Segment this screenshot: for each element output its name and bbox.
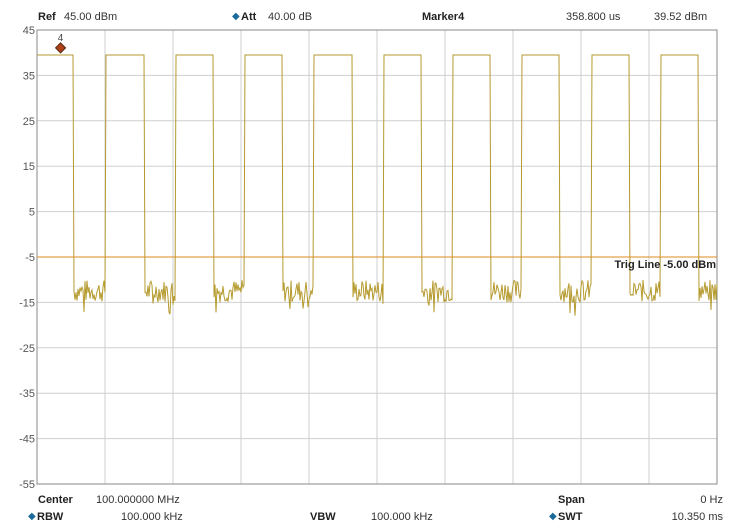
span-value[interactable]: 0 Hz xyxy=(700,494,723,506)
rbw-label: RBW xyxy=(37,511,64,523)
rbw-value[interactable]: 100.000 kHz xyxy=(121,511,183,523)
rbw-diamond-icon: ◆ xyxy=(28,511,36,522)
center-value[interactable]: 100.000000 MHz xyxy=(96,494,180,506)
y-tick-label: 45 xyxy=(23,25,35,37)
y-tick-label: -35 xyxy=(19,388,35,400)
vbw-label: VBW xyxy=(310,511,336,523)
marker-number: 4 xyxy=(58,33,64,44)
y-tick-label: -45 xyxy=(19,434,35,446)
y-tick-label: -55 xyxy=(19,479,35,491)
y-tick-label: 5 xyxy=(29,207,35,219)
swt-label: SWT xyxy=(558,511,583,523)
y-tick-label: 25 xyxy=(23,116,35,128)
marker-diamond-icon xyxy=(54,42,67,54)
swt-diamond-icon: ◆ xyxy=(549,511,557,522)
center-label: Center xyxy=(38,494,73,506)
swt-value[interactable]: 10.350 ms xyxy=(672,511,723,523)
trig-line-label: Trig Line -5.00 dBm xyxy=(615,259,717,271)
y-tick-label: 15 xyxy=(23,161,35,173)
y-tick-label: -15 xyxy=(19,297,35,309)
span-label: Span xyxy=(558,494,585,506)
vbw-value[interactable]: 100.000 kHz xyxy=(371,511,433,523)
y-tick-label: 35 xyxy=(23,70,35,82)
y-tick-label: -25 xyxy=(19,343,35,355)
spectrum-plot[interactable]: 45 35 25 15 5 -5 -15 -25 -35 -45 -55 Trig Line -5.0… xyxy=(0,0,755,528)
y-tick-label: -5 xyxy=(25,252,35,264)
